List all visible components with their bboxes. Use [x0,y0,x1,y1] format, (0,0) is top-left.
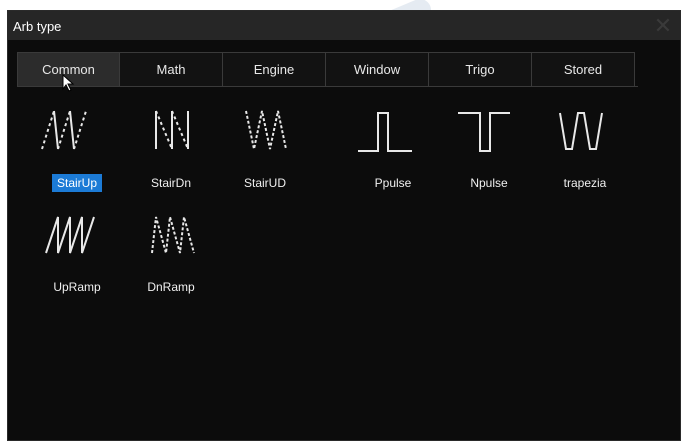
waveform-stairud[interactable]: StairUD [220,99,310,190]
trapezia-icon [559,112,603,150]
waveform-stairup[interactable]: StairUp [32,99,122,192]
dnramp-icon [151,216,195,254]
tab-math[interactable]: Math [120,52,223,86]
stairup-icon [41,110,87,150]
waveform-label: DnRamp [147,280,195,294]
tab-engine[interactable]: Engine [223,52,326,86]
arb-type-dialog: Arb type ✕ Common Math Engine Window Tri… [7,10,681,441]
waveform-grid: StairUp StairDn StairUD Ppulse Npulse tr… [32,99,632,319]
tab-bar: Common Math Engine Window Trigo Stored [17,52,638,87]
waveform-npulse[interactable]: Npulse [444,99,534,190]
waveform-label: trapezia [563,176,607,190]
mouse-cursor-icon [62,74,75,92]
title-bar: Arb type ✕ [8,11,680,40]
waveform-trapezia[interactable]: trapezia [540,99,630,190]
close-icon[interactable]: ✕ [646,11,680,40]
ppulse-icon [358,112,412,152]
waveform-label: Ppulse [374,176,412,190]
tab-trigo[interactable]: Trigo [429,52,532,86]
npulse-icon [458,112,510,152]
waveform-stairdn[interactable]: StairDn [126,99,216,190]
upramp-icon [45,216,95,254]
waveform-label: StairUp [51,174,102,192]
waveform-label: StairDn [150,176,191,190]
tab-stored[interactable]: Stored [532,52,635,86]
tab-window[interactable]: Window [326,52,429,86]
waveform-label: StairUD [243,176,286,190]
stairdn-icon [155,110,189,150]
stairud-icon [245,110,287,150]
dialog-title: Arb type [13,19,62,34]
waveform-upramp[interactable]: UpRamp [32,203,122,294]
waveform-ppulse[interactable]: Ppulse [348,99,438,190]
waveform-label: Npulse [470,176,508,190]
waveform-dnramp[interactable]: DnRamp [126,203,216,294]
waveform-label: UpRamp [53,280,101,294]
